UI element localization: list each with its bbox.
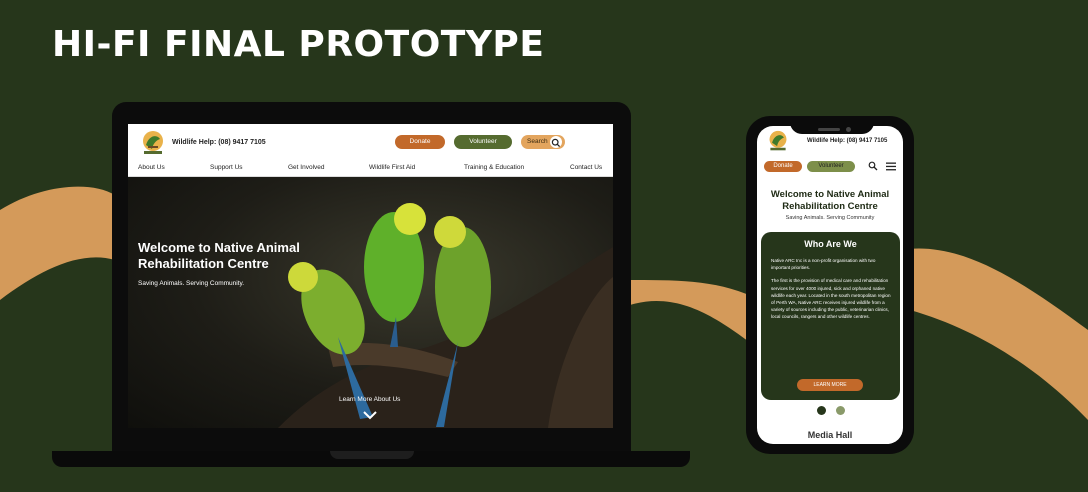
nav-support-us[interactable]: Support Us xyxy=(210,164,243,171)
mobile-screen: Wildlife Help: (08) 9417 7105 Donate Vol… xyxy=(757,126,903,444)
chevron-down-icon[interactable] xyxy=(362,410,378,420)
nav-get-involved[interactable]: Get Involved xyxy=(288,164,325,171)
laptop-notch xyxy=(330,451,414,459)
nav-wildlife-first-aid[interactable]: Wildlife First Aid xyxy=(369,164,415,171)
volunteer-button[interactable]: Volunteer xyxy=(454,135,512,149)
phone-speaker xyxy=(818,128,840,131)
search-label: Search xyxy=(527,138,548,145)
learn-more-link[interactable]: Learn More About Us xyxy=(339,396,400,403)
nav-contact-us[interactable]: Contact Us xyxy=(570,164,602,171)
donate-button[interactable]: Donate xyxy=(395,135,445,149)
card-paragraph: The first is the provision of medical ca… xyxy=(771,278,891,320)
who-are-we-card: Who Are We Native ARC Inc is a non-profi… xyxy=(761,232,900,400)
hero-subtitle: Saving Animals. Serving Community. xyxy=(138,280,245,287)
nav-about-us[interactable]: About Us xyxy=(138,164,165,171)
phone-camera xyxy=(846,127,851,132)
search-icon[interactable] xyxy=(868,161,878,171)
budgie-photo xyxy=(278,203,613,428)
search-icon xyxy=(551,138,561,148)
card-paragraph: Native ARC Inc is a non-profit organisat… xyxy=(771,258,876,271)
wildlife-help-phone[interactable]: Wildlife Help: (08) 9417 7105 xyxy=(807,138,887,144)
search-button[interactable]: Search xyxy=(521,135,565,149)
page-title: HI-FI FINAL PROTOTYPE xyxy=(52,24,545,65)
phone-notch xyxy=(790,118,874,134)
site-header: Wildlife Help: (08) 9417 7105 Donate Vol… xyxy=(128,124,613,162)
wildlife-help-phone[interactable]: Wildlife Help: (08) 9417 7105 xyxy=(172,139,266,146)
card-text: Native ARC Inc is a non-profit organisat… xyxy=(771,257,893,321)
menu-icon[interactable] xyxy=(886,162,896,171)
carousel-dot[interactable] xyxy=(836,406,845,415)
main-nav: About Us Support Us Get Involved Wildlif… xyxy=(128,162,613,177)
hero-title: Welcome to Native Animal Rehabilitation … xyxy=(770,189,890,212)
hero-title: Welcome to Native Animal Rehabilitation … xyxy=(138,240,300,271)
hero-subtitle: Saving Animals. Serving Community xyxy=(785,215,875,221)
card-title: Who Are We xyxy=(804,239,857,249)
nav-training-education[interactable]: Training & Education xyxy=(464,164,524,171)
media-hall-title: Media Hall xyxy=(807,430,853,440)
desktop-screen: Wildlife Help: (08) 9417 7105 Donate Vol… xyxy=(128,124,613,428)
carousel-dot-active[interactable] xyxy=(817,406,826,415)
donate-button[interactable]: Donate xyxy=(764,161,802,172)
logo-icon[interactable] xyxy=(767,129,789,153)
learn-more-button[interactable]: LEARN MORE xyxy=(797,379,863,391)
hero-banner: Welcome to Native Animal Rehabilitation … xyxy=(128,177,613,428)
volunteer-button[interactable]: Volunteer xyxy=(807,161,855,172)
search-icon-circle xyxy=(550,136,562,148)
logo-icon[interactable] xyxy=(140,129,166,157)
